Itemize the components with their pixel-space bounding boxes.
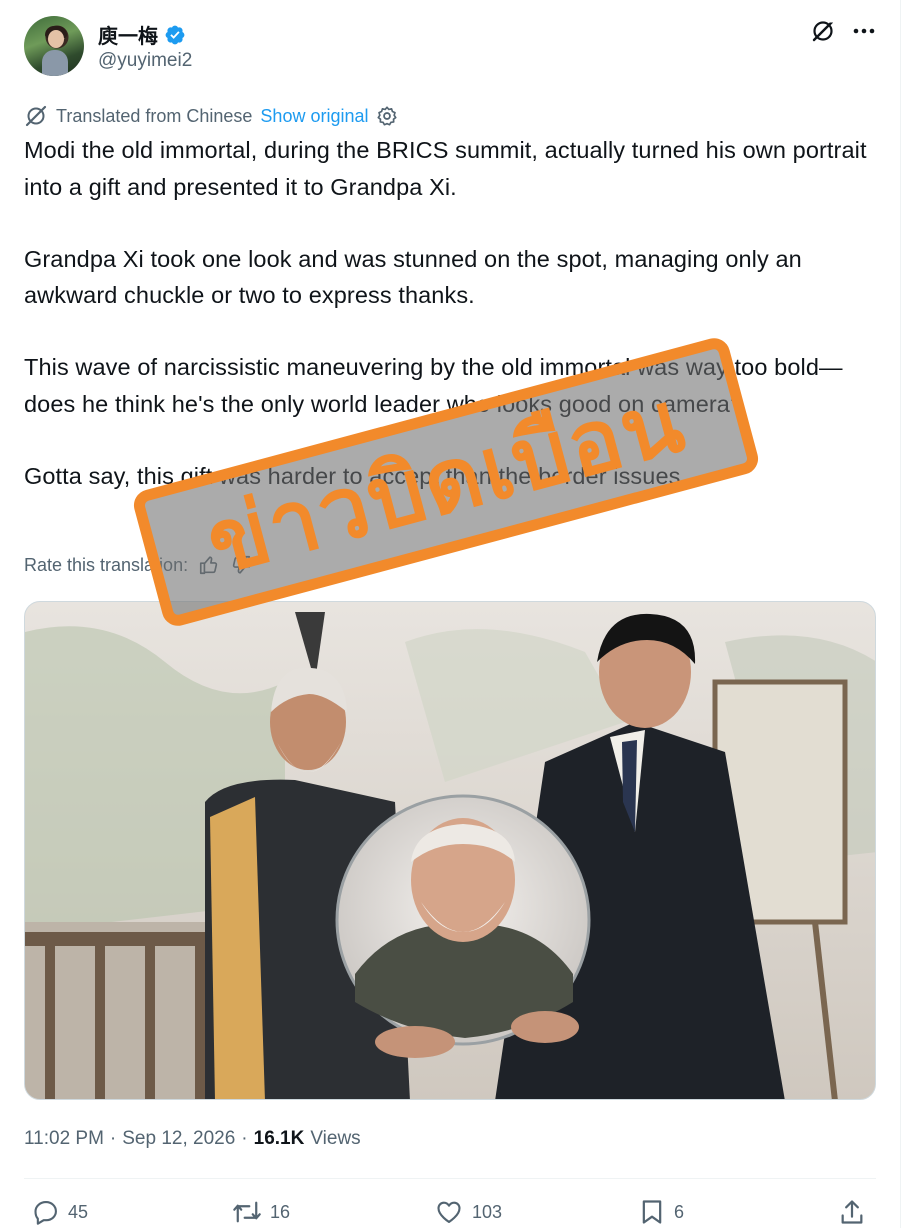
more-options-icon[interactable]: [850, 18, 878, 44]
translation-settings-gear-icon[interactable]: [376, 105, 398, 127]
reply-icon: [34, 1201, 57, 1225]
translation-notice: Translated from Chinese Show original: [24, 104, 398, 128]
tweet-metadata: 11:02 PM · Sep 12, 2026 · 16.1K Views: [24, 1128, 361, 1150]
verified-badge-icon: [165, 25, 185, 44]
show-original-link[interactable]: Show original: [260, 106, 368, 127]
reply-button[interactable]: 45: [32, 1196, 88, 1228]
share-button[interactable]: [838, 1196, 866, 1228]
tweet-date[interactable]: Sep 12, 2026: [122, 1128, 235, 1150]
like-count: 103: [472, 1201, 503, 1222]
tweet-actions-bar: 45 16 103 6: [24, 1196, 876, 1228]
grok-icon[interactable]: [810, 18, 836, 44]
share-icon: [841, 1200, 863, 1224]
meta-separator: ·: [241, 1128, 248, 1149]
bookmark-icon: [642, 1200, 662, 1224]
translation-label: Translated from Chinese: [56, 105, 253, 126]
bookmark-button[interactable]: 6: [638, 1196, 684, 1228]
views-label: Views: [310, 1128, 361, 1149]
translate-grok-icon: [25, 105, 47, 127]
tweet-paragraph: Grandpa Xi took one look and was stunned…: [24, 245, 802, 309]
tweet-container: 庾一梅 @yuyimei2 Translated from Chinese Sh…: [0, 0, 901, 1228]
repost-button[interactable]: 16: [232, 1196, 290, 1228]
reply-count: 45: [68, 1201, 89, 1222]
display-name-row[interactable]: 庾一梅: [98, 20, 186, 49]
tweet-media-video[interactable]: [24, 601, 876, 1100]
divider: [24, 1178, 876, 1179]
user-handle[interactable]: @yuyimei2: [98, 50, 192, 72]
tweet-paragraph: Modi the old immortal, during the BRICS …: [24, 137, 867, 200]
bookmark-count: 6: [674, 1201, 685, 1222]
tweet-header: 庾一梅 @yuyimei2: [24, 16, 884, 78]
heart-icon: [437, 1201, 461, 1223]
video-frame-image: [25, 602, 875, 1099]
repost-icon: [233, 1201, 261, 1223]
avatar[interactable]: [24, 16, 84, 76]
like-button[interactable]: 103: [434, 1196, 502, 1228]
repost-count: 16: [270, 1201, 291, 1222]
views-count: 16.1K: [253, 1128, 305, 1149]
tweet-time[interactable]: 11:02 PM: [24, 1128, 104, 1150]
meta-separator: ·: [109, 1128, 117, 1149]
display-name[interactable]: 庾一梅: [98, 20, 158, 49]
